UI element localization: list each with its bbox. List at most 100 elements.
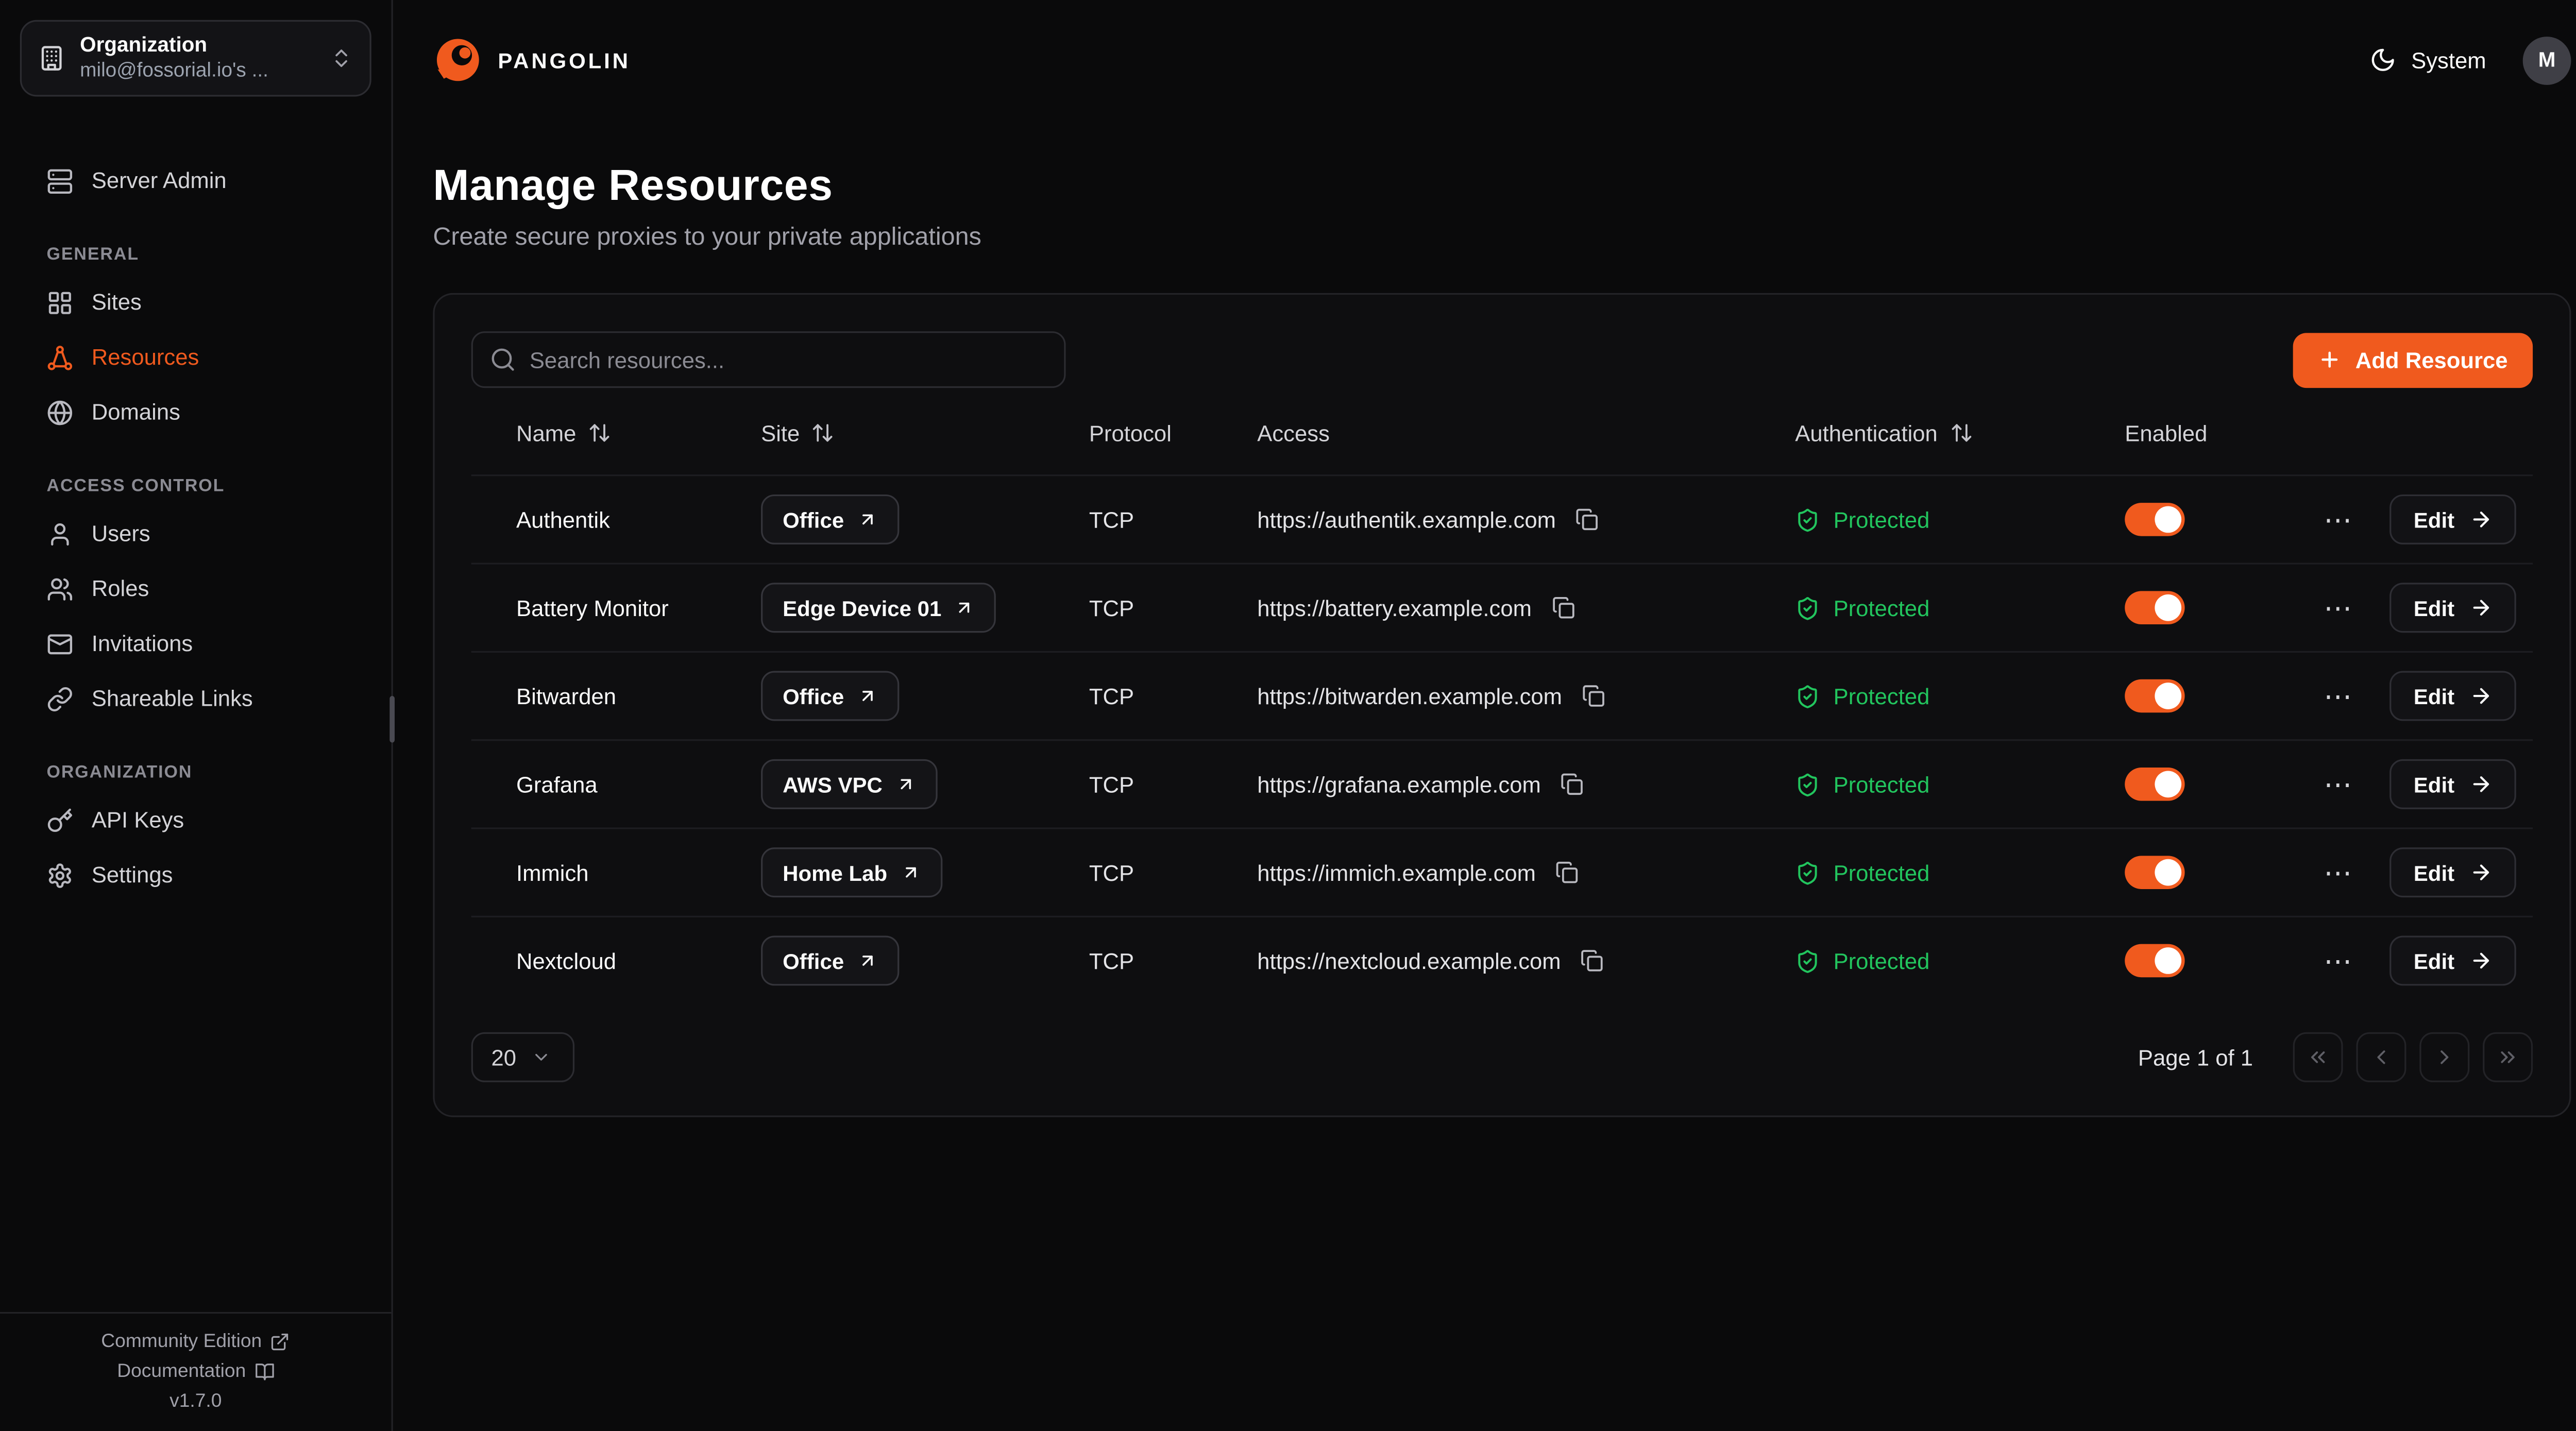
user-icon (46, 520, 73, 547)
add-resource-button[interactable]: Add Resource (2294, 332, 2533, 387)
sidebar-item-shareable-links[interactable]: Shareable Links (20, 671, 371, 726)
sidebar-item-resources[interactable]: Resources (20, 330, 371, 385)
building-icon (38, 45, 65, 72)
chevrons-right-icon (2496, 1046, 2519, 1069)
row-actions-menu-button[interactable]: ⋯ (2314, 499, 2364, 540)
sidebar-resize-handle[interactable] (389, 696, 395, 742)
copy-url-button[interactable] (1579, 681, 1608, 711)
sidebar: Organization milo@fossorial.io's ... Ser… (0, 0, 393, 1431)
resource-name: Grafana (516, 772, 761, 796)
first-page-button[interactable] (2293, 1032, 2343, 1082)
row-actions-menu-button[interactable]: ⋯ (2314, 675, 2364, 717)
edit-button[interactable]: Edit (2391, 759, 2516, 809)
pangolin-logo-icon (433, 35, 483, 85)
org-selector[interactable]: Organization milo@fossorial.io's ... (20, 20, 371, 97)
site-link-button[interactable]: Home Lab (761, 847, 942, 897)
edit-button[interactable]: Edit (2391, 847, 2516, 897)
copy-url-button[interactable] (1548, 593, 1578, 623)
enabled-toggle[interactable] (2125, 944, 2184, 978)
row-actions-menu-button[interactable]: ⋯ (2314, 940, 2364, 982)
copy-url-button[interactable] (1578, 946, 1607, 976)
chevrons-up-down-icon (330, 46, 353, 70)
sidebar-item-label: Settings (92, 862, 173, 887)
page-size-select[interactable]: 20 (471, 1032, 574, 1082)
enabled-toggle[interactable] (2125, 768, 2184, 801)
brand: PANGOLIN (433, 35, 631, 85)
plus-icon (2319, 348, 2342, 371)
book-icon (254, 1361, 274, 1381)
sidebar-item-label: Sites (92, 289, 142, 314)
search-input[interactable] (471, 331, 1066, 388)
edit-button[interactable]: Edit (2391, 495, 2516, 544)
arrow-up-right-icon (901, 862, 921, 882)
column-header-site[interactable]: Site (761, 420, 1089, 445)
table-row: Grafana AWS VPC TCP https://grafana.exam… (471, 739, 2533, 827)
table-body: Authentik Office TCP https://authentik.e… (471, 474, 2533, 1004)
sidebar-item-domains[interactable]: Domains (20, 385, 371, 440)
chevron-down-icon (531, 1047, 551, 1067)
table-row: Nextcloud Office TCP https://nextcloud.e… (471, 916, 2533, 1004)
copy-url-button[interactable] (1557, 769, 1587, 799)
arrow-right-icon (2469, 596, 2493, 619)
site-link-button[interactable]: Office (761, 935, 899, 985)
auth-status-badge: Protected (1795, 948, 2125, 973)
enabled-toggle[interactable] (2125, 591, 2184, 624)
copy-icon (1556, 861, 1579, 884)
theme-selector[interactable]: System (2369, 46, 2486, 73)
sidebar-item-invitations[interactable]: Invitations (20, 616, 371, 671)
table-row: Battery Monitor Edge Device 01 TCP https… (471, 563, 2533, 651)
table-row: Authentik Office TCP https://authentik.e… (471, 474, 2533, 563)
key-icon (46, 807, 73, 833)
sidebar-item-api-keys[interactable]: API Keys (20, 792, 371, 847)
last-page-button[interactable] (2483, 1032, 2533, 1082)
site-link-button[interactable]: Office (761, 495, 899, 544)
auth-status-badge: Protected (1795, 684, 2125, 708)
row-actions-menu-button[interactable]: ⋯ (2314, 851, 2364, 893)
auth-status-badge: Protected (1795, 772, 2125, 796)
arrow-up-right-icon (955, 598, 975, 618)
row-actions-menu-button[interactable]: ⋯ (2314, 587, 2364, 628)
enabled-toggle[interactable] (2125, 503, 2184, 536)
column-header-authentication[interactable]: Authentication (1795, 420, 2125, 445)
gear-icon (46, 862, 73, 889)
copy-icon (1552, 596, 1575, 619)
globe-icon (46, 399, 73, 425)
enabled-toggle[interactable] (2125, 679, 2184, 713)
row-actions-menu-button[interactable]: ⋯ (2314, 763, 2364, 805)
enabled-toggle[interactable] (2125, 856, 2184, 889)
sidebar-item-roles[interactable]: Roles (20, 561, 371, 616)
nav-section-access-control: ACCESS CONTROL (20, 476, 371, 496)
server-icon (46, 167, 73, 194)
column-header-name[interactable]: Name (516, 420, 761, 445)
resources-icon (46, 344, 73, 370)
arrow-right-icon (2469, 508, 2493, 531)
avatar[interactable]: M (2523, 36, 2571, 84)
sidebar-item-server-admin[interactable]: Server Admin (20, 153, 371, 208)
sort-icon (811, 421, 835, 445)
sidebar-item-users[interactable]: Users (20, 506, 371, 561)
copy-url-button[interactable] (1552, 858, 1582, 888)
edit-button[interactable]: Edit (2391, 935, 2516, 985)
site-link-button[interactable]: Office (761, 671, 899, 721)
community-edition-link[interactable]: Community Edition (101, 1331, 290, 1351)
site-link-button[interactable]: Edge Device 01 (761, 583, 996, 633)
resource-url: https://nextcloud.example.com (1257, 948, 1561, 973)
documentation-link[interactable]: Documentation (117, 1361, 274, 1381)
edit-button[interactable]: Edit (2391, 671, 2516, 721)
previous-page-button[interactable] (2356, 1032, 2406, 1082)
next-page-button[interactable] (2419, 1032, 2469, 1082)
resource-name: Authentik (516, 507, 761, 532)
site-link-button[interactable]: AWS VPC (761, 759, 938, 809)
external-link-icon (270, 1331, 290, 1351)
app-root: Organization milo@fossorial.io's ... Ser… (0, 0, 2576, 1431)
page-info: Page 1 of 1 (2138, 1045, 2253, 1069)
copy-url-button[interactable] (1572, 504, 1602, 534)
sidebar-item-label: Domains (92, 400, 180, 424)
chevrons-left-icon (2307, 1046, 2330, 1069)
edit-button[interactable]: Edit (2391, 583, 2516, 633)
sidebar-footer: Community Edition Documentation v1.7.0 (0, 1311, 392, 1431)
sidebar-item-sites[interactable]: Sites (20, 275, 371, 330)
arrow-right-icon (2469, 949, 2493, 972)
sidebar-item-settings[interactable]: Settings (20, 847, 371, 902)
theme-label: System (2411, 47, 2486, 72)
